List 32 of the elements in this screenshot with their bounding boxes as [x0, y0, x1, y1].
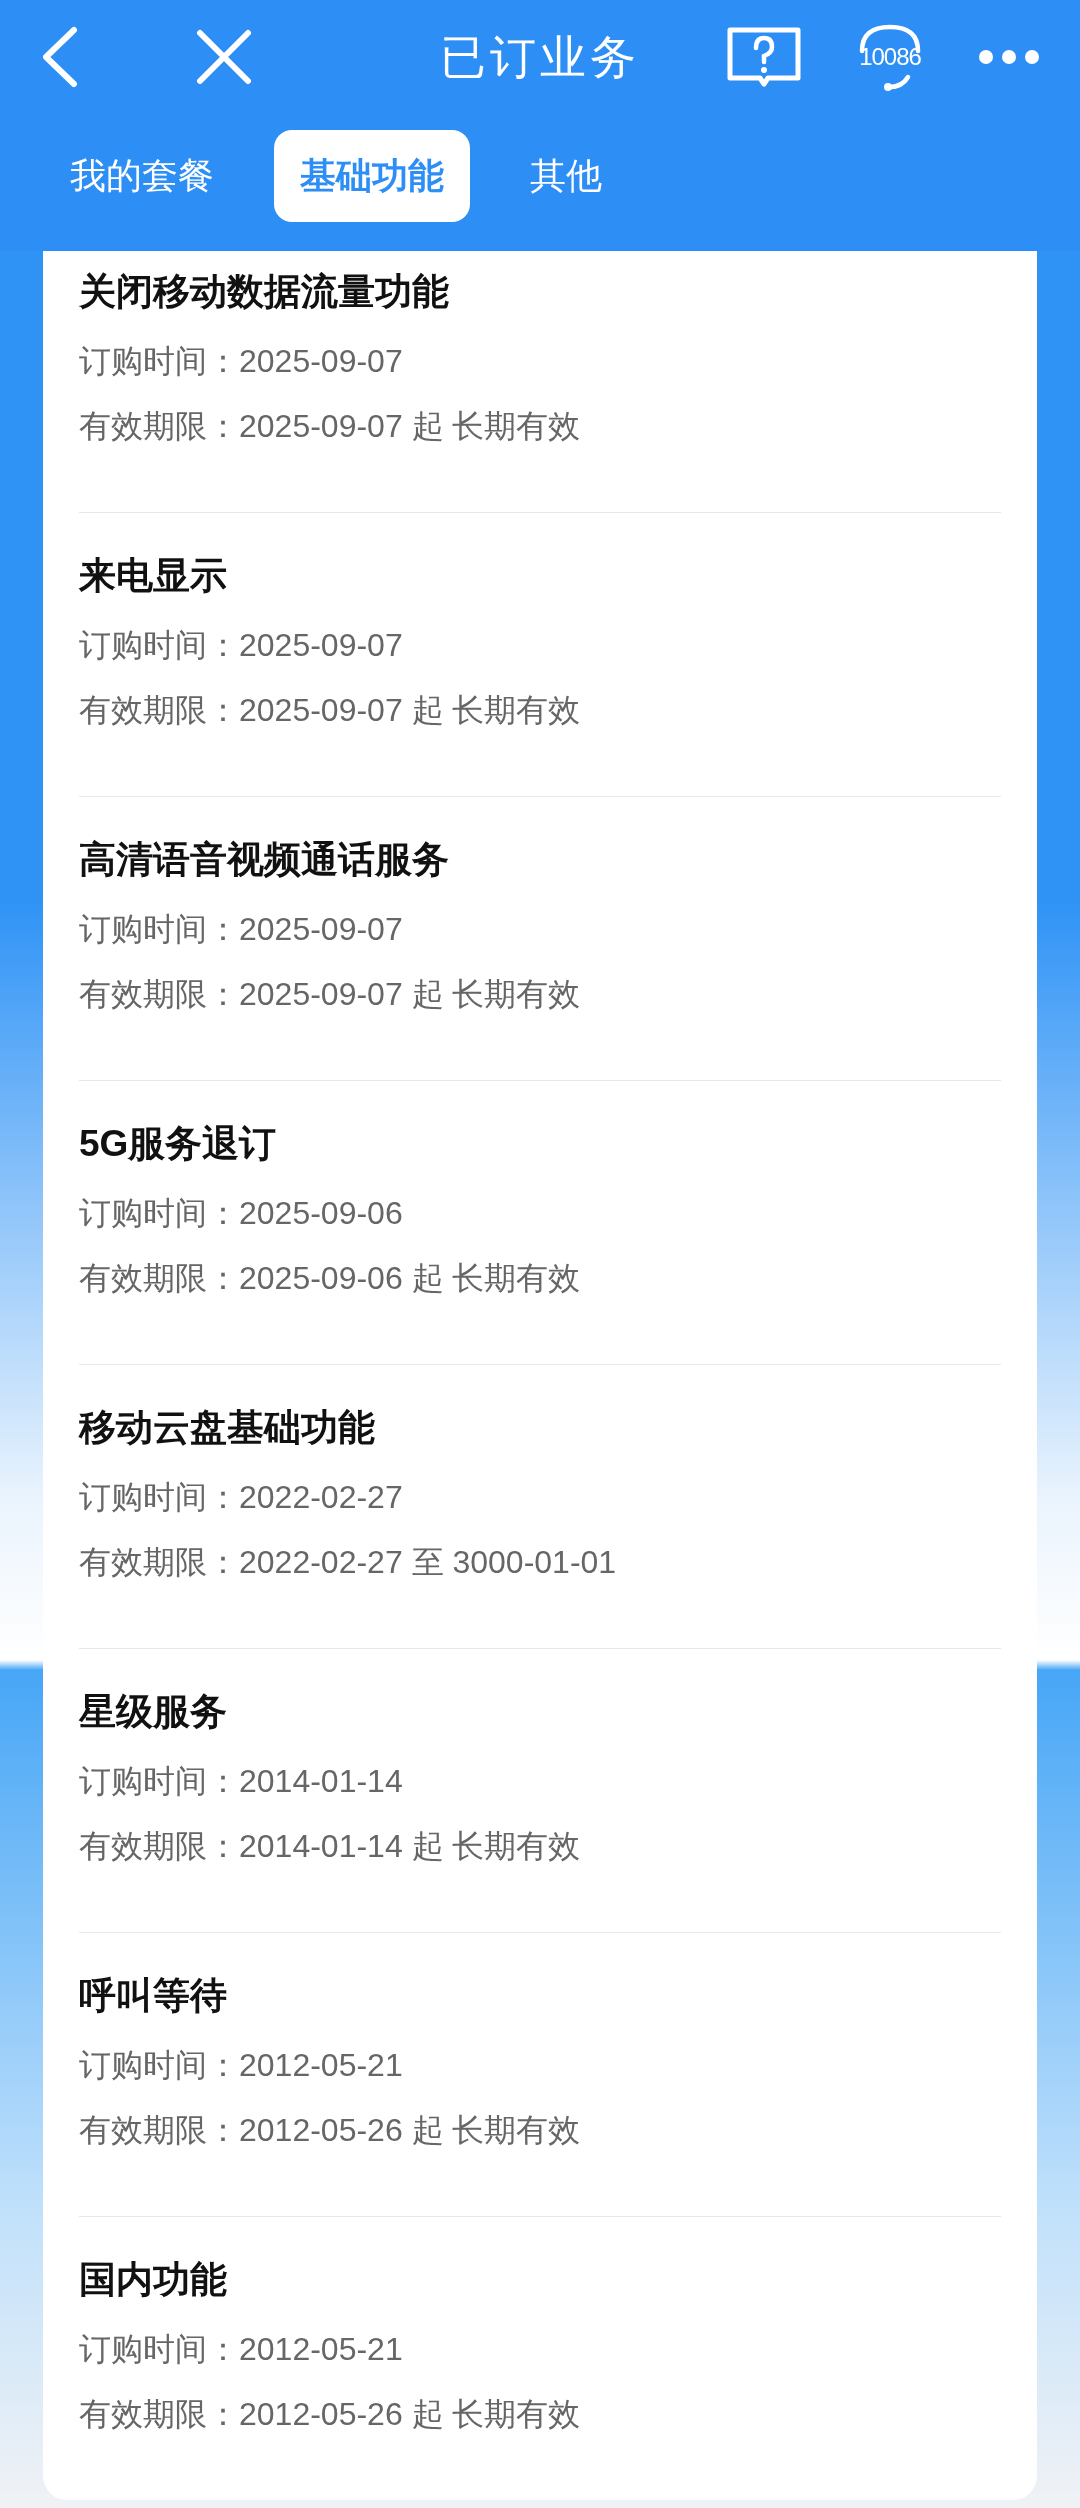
validity-period: 有效期限：2012-05-26 起 长期有效	[79, 2111, 582, 2150]
order-date: 订购时间：2025-09-07	[79, 342, 404, 381]
tab[interactable]: 基础功能	[274, 129, 470, 222]
order-date: 订购时间：2025-09-06	[79, 1194, 404, 1233]
service-name: 关闭移动数据流量功能	[79, 272, 450, 312]
more-icon[interactable]	[978, 49, 1040, 66]
back-icon[interactable]	[40, 26, 80, 89]
order-date: 订购时间：2022-02-27	[79, 1478, 404, 1517]
validity-period: 有效期限：2025-09-07 起 长期有效	[79, 975, 582, 1014]
tab[interactable]: 我的套餐	[40, 129, 244, 222]
validity-period: 有效期限：2025-09-07 起 长期有效	[79, 691, 582, 730]
close-icon[interactable]	[196, 29, 252, 86]
validity-period: 有效期限：2025-09-07 起 长期有效	[79, 407, 582, 446]
order-date: 订购时间：2012-05-21	[79, 2330, 404, 2369]
validity-period: 有效期限：2025-09-06 起 长期有效	[79, 1259, 582, 1298]
validity-period: 有效期限：2022-02-27 至 3000-01-01	[79, 1543, 618, 1582]
service-name: 来电显示	[79, 556, 228, 596]
service-name: 星级服务	[79, 1692, 228, 1732]
service-name: 呼叫等待	[79, 1976, 228, 2016]
validity-period: 有效期限：2014-01-14 起 长期有效	[79, 1827, 582, 1866]
order-date: 订购时间：2014-01-14	[79, 1762, 404, 1801]
service-name: 高清语音视频通话服务	[79, 840, 450, 880]
service-name: 移动云盘基础功能	[79, 1408, 376, 1448]
service-name: 国内功能	[79, 2260, 228, 2300]
service-name: 5G服务退订	[79, 1124, 278, 1164]
page-title: 已订业务	[440, 29, 640, 85]
order-date: 订购时间：2025-09-07	[79, 910, 404, 949]
order-date: 订购时间：2012-05-21	[79, 2046, 404, 2085]
validity-period: 有效期限：2012-05-26 起 长期有效	[79, 2395, 582, 2434]
help-book-icon[interactable]	[726, 26, 802, 89]
order-date: 订购时间：2025-09-07	[79, 626, 404, 665]
tab[interactable]: 其他	[500, 129, 632, 222]
